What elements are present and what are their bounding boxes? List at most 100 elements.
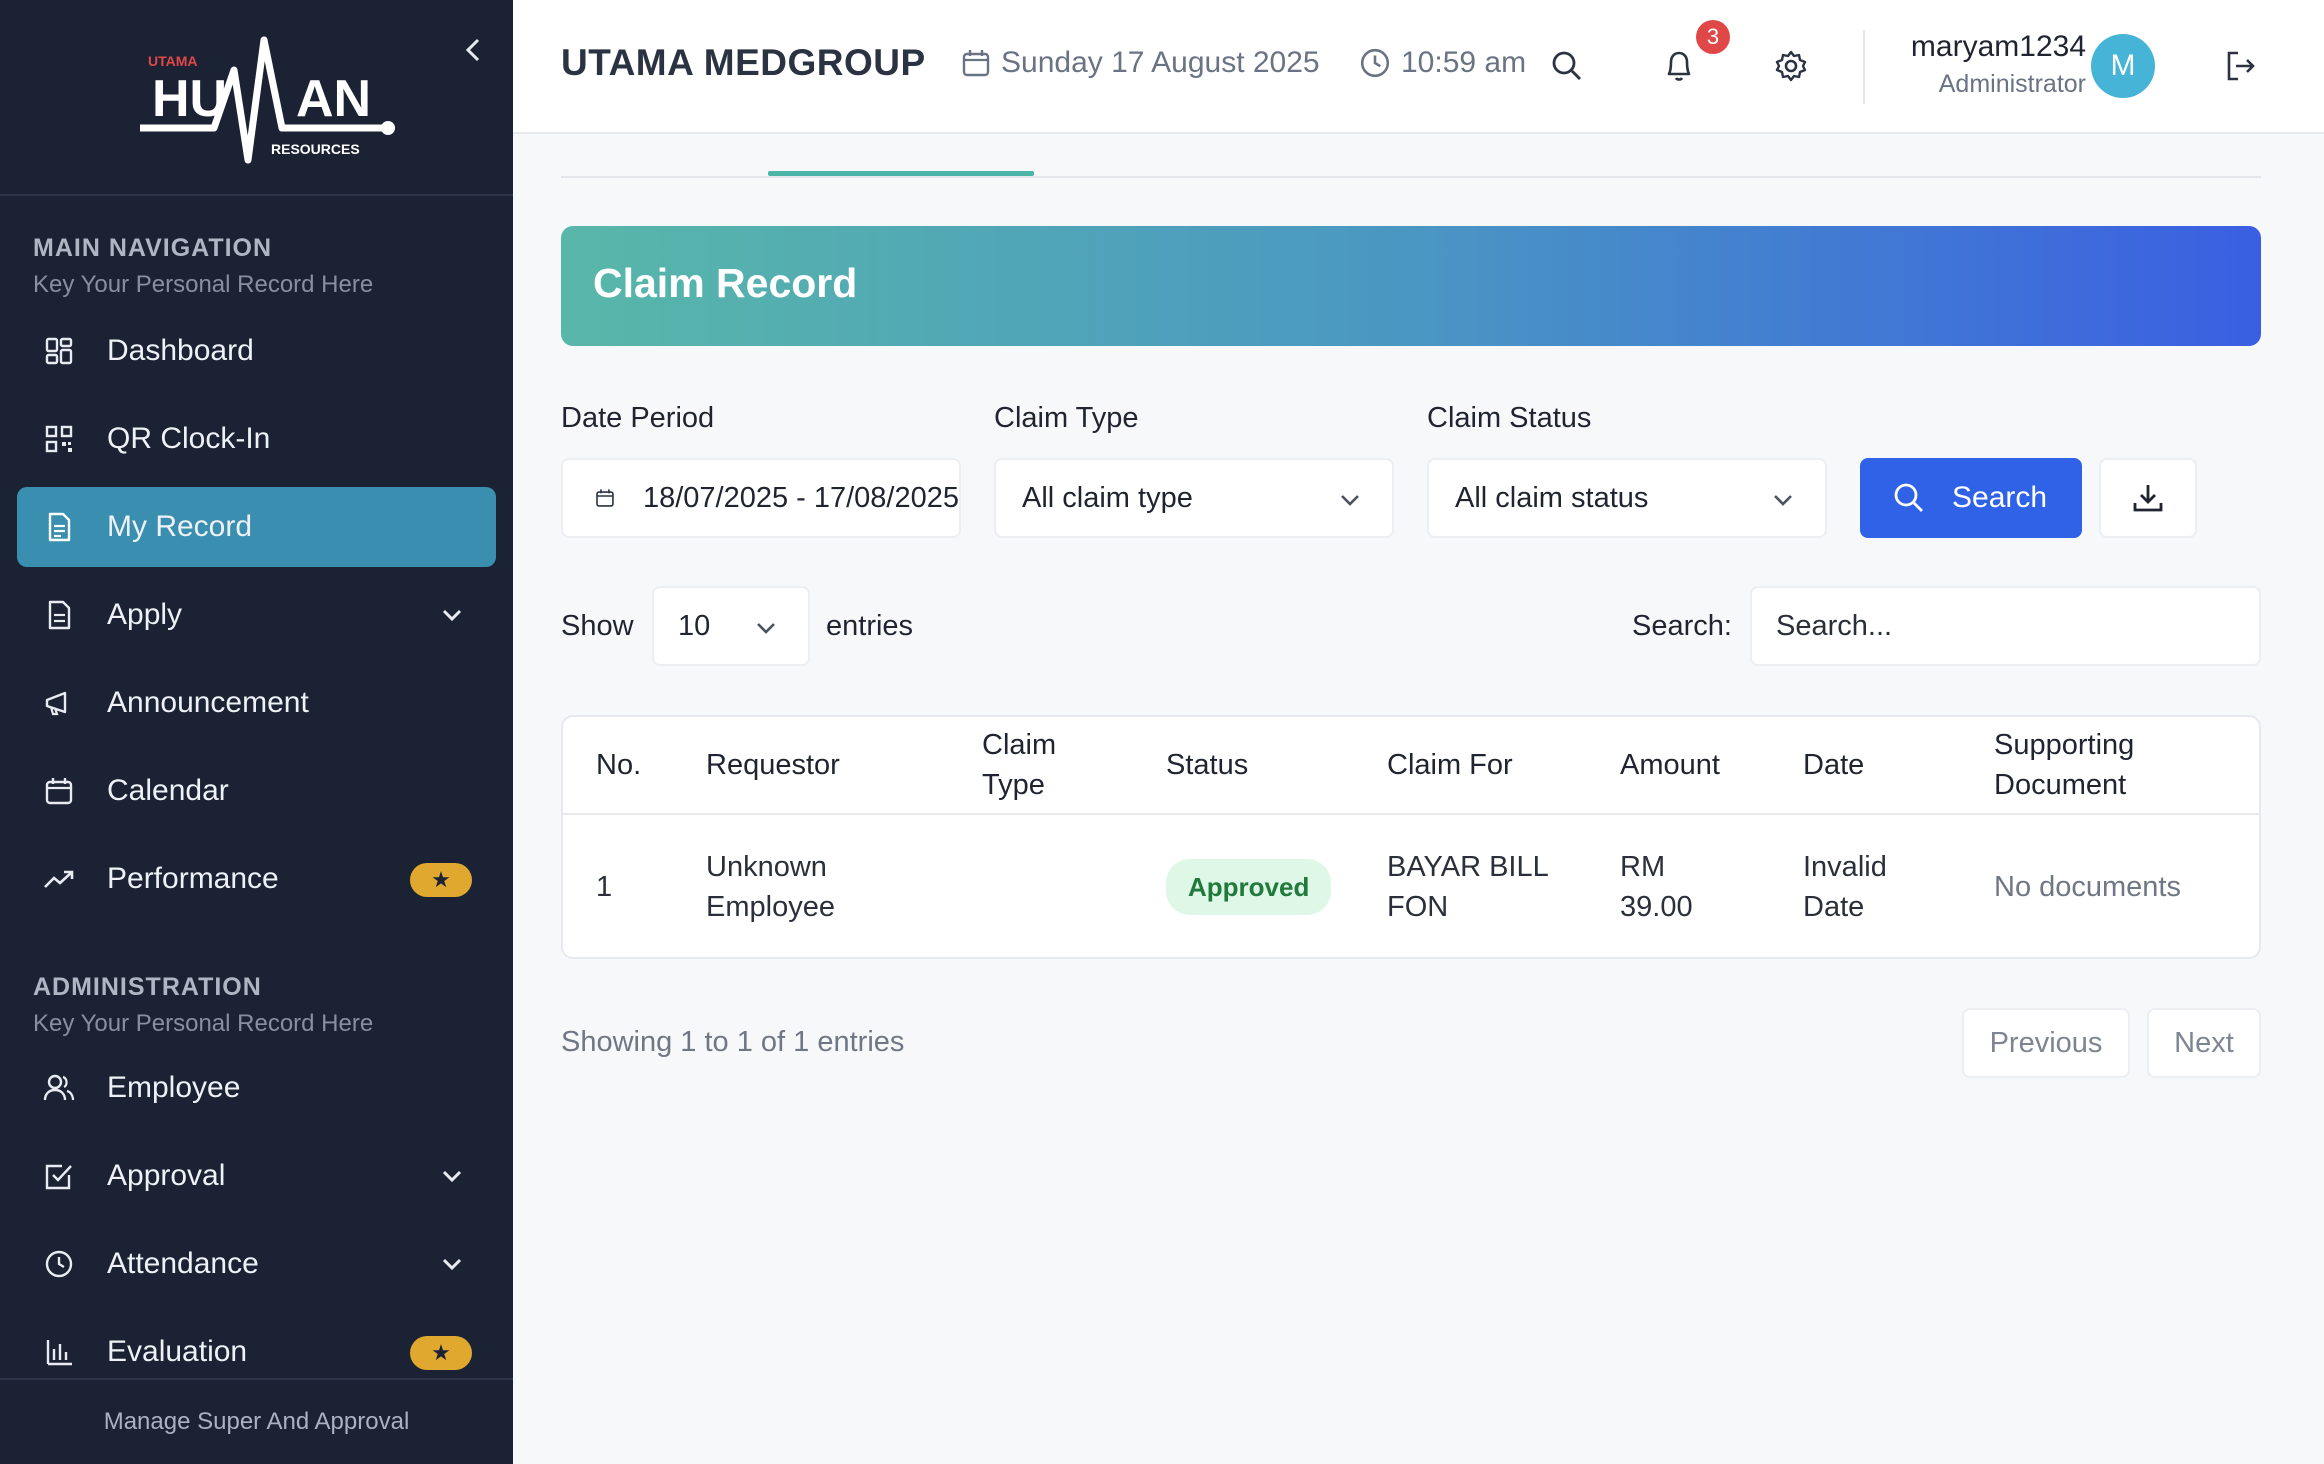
col-header-no[interactable]: No. <box>596 717 641 813</box>
page-size-select[interactable]: 10 <box>652 586 810 666</box>
date-period-field[interactable]: 18/07/2025 - 17/08/2025 <box>561 458 961 538</box>
claims-table: No. Requestor Claim Type Status Claim Fo… <box>561 715 2261 959</box>
active-tab-indicator[interactable] <box>768 171 1034 176</box>
show-label: Show <box>561 610 634 642</box>
cell-amount: RM 39.00 <box>1620 851 1693 923</box>
logo-sub-text: RESOURCES <box>271 141 360 157</box>
logo-area: UTAMA HU AN RESOURCES <box>0 0 513 196</box>
sidebar-footer: Manage Super And Approval <box>0 1378 513 1464</box>
next-page-button[interactable]: Next <box>2147 1008 2261 1078</box>
sidebar-item-label: Dashboard <box>107 334 254 367</box>
col-header-claim-for[interactable]: Claim For <box>1387 717 1513 813</box>
sidebar-item-label: Calendar <box>107 774 229 807</box>
bar-chart-icon <box>39 1332 79 1372</box>
logout-button[interactable] <box>2219 44 2263 88</box>
main-nav-subtitle: Key Your Personal Record Here <box>33 271 374 298</box>
col-header-claim-type[interactable]: Claim Type <box>982 717 1072 813</box>
search-button-label: Search <box>1952 481 2048 514</box>
sidebar-item-dashboard[interactable]: Dashboard <box>17 311 496 391</box>
calendar-icon <box>39 771 79 811</box>
sidebar-item-apply[interactable]: Apply <box>17 575 496 655</box>
settings-button[interactable] <box>1769 44 1813 88</box>
sidebar-item-employee[interactable]: Employee <box>17 1048 496 1128</box>
user-name[interactable]: maryam1234 <box>1896 30 2086 64</box>
claim-type-label: Claim Type <box>994 402 1139 434</box>
sidebar-item-announcement[interactable]: Announcement <box>17 663 496 743</box>
search-button[interactable]: Search <box>1860 458 2082 538</box>
calendar-icon <box>596 489 614 507</box>
col-header-supporting-document[interactable]: Supporting Document <box>1994 717 2184 813</box>
top-header: UTAMA MEDGROUP Sunday 17 August 2025 10:… <box>513 0 2324 134</box>
svg-text:AN: AN <box>296 70 371 128</box>
sidebar-item-qr-clock-in[interactable]: QR Clock-In <box>17 399 496 479</box>
chevron-down-icon <box>1774 495 1792 506</box>
calendar-icon <box>962 50 990 77</box>
qr-code-icon <box>39 419 79 459</box>
chevron-down-icon <box>1341 495 1359 506</box>
pagination-info: Showing 1 to 1 of 1 entries <box>561 1026 905 1058</box>
col-header-requestor[interactable]: Requestor <box>706 717 840 813</box>
claim-type-value: All claim type <box>1022 481 1193 514</box>
user-role: Administrator <box>1938 70 2086 98</box>
admin-nav-subtitle: Key Your Personal Record Here <box>33 1010 374 1037</box>
logo-small-text: UTAMA <box>148 53 198 69</box>
date-period-label: Date Period <box>561 402 715 434</box>
previous-page-button[interactable]: Previous <box>1962 1008 2130 1078</box>
sidebar-item-approval[interactable]: Approval <box>17 1136 496 1216</box>
date-period-value: 18/07/2025 - 17/08/2025 <box>642 481 959 514</box>
sidebar-item-calendar[interactable]: Calendar <box>17 751 496 831</box>
avatar[interactable]: M <box>2091 34 2155 98</box>
header-time: 10:59 am <box>1359 46 1526 80</box>
chevron-left-icon <box>465 38 480 62</box>
sidebar-item-label: Attendance <box>107 1247 259 1280</box>
bell-icon <box>1667 51 1691 81</box>
table-search-input[interactable] <box>1750 586 2261 666</box>
cell-requestor: Unknown Employee <box>706 851 835 923</box>
header-divider <box>1863 30 1865 104</box>
megaphone-icon <box>39 683 79 723</box>
claim-type-select[interactable]: All claim type <box>994 458 1394 538</box>
chevron-down-icon <box>442 1170 462 1183</box>
entries-label: entries <box>826 610 914 642</box>
page-title: Claim Record <box>593 260 858 306</box>
chevron-down-icon <box>442 609 462 622</box>
page-size-value: 10 <box>678 609 711 642</box>
clock-icon <box>39 1244 79 1284</box>
sidebar-item-label: Apply <box>107 598 183 631</box>
form-icon <box>39 595 79 635</box>
logo-main-text: HU <box>152 70 227 128</box>
sidebar: UTAMA HU AN RESOURCES MAIN NAVIGATION Ke… <box>0 0 513 1464</box>
time-text: 10:59 am <box>1401 46 1527 79</box>
notification-count-badge: 3 <box>1696 20 1730 54</box>
claim-status-value: All claim status <box>1455 481 1649 514</box>
star-icon: ★ <box>431 1340 451 1365</box>
sidebar-item-performance[interactable]: Performance ★ <box>17 839 496 919</box>
cell-claim-for: BAYAR BILL FON <box>1387 851 1548 923</box>
company-name: UTAMA MEDGROUP <box>561 42 926 83</box>
cell-no: 1 <box>596 871 613 903</box>
col-header-status[interactable]: Status <box>1166 717 1248 813</box>
brand-logo[interactable]: UTAMA HU AN RESOURCES <box>136 30 396 170</box>
col-header-date[interactable]: Date <box>1803 717 1864 813</box>
date-text: Sunday 17 August 2025 <box>1001 46 1320 79</box>
sidebar-item-attendance[interactable]: Attendance <box>17 1224 496 1304</box>
header-date: Sunday 17 August 2025 <box>961 46 1320 80</box>
header-search-button[interactable] <box>1545 44 1589 88</box>
notifications-button[interactable] <box>1657 44 1701 88</box>
admin-nav-title: ADMINISTRATION <box>33 973 262 1001</box>
collapse-sidebar-button[interactable] <box>458 32 488 68</box>
cell-document: No documents <box>1994 871 2181 903</box>
main-nav-title: MAIN NAVIGATION <box>33 234 273 262</box>
sidebar-item-label: Employee <box>107 1071 241 1104</box>
download-button[interactable] <box>2099 458 2197 538</box>
checkbox-icon <box>39 1156 79 1196</box>
sidebar-item-my-record[interactable]: My Record <box>17 487 496 567</box>
claim-status-select[interactable]: All claim status <box>1427 458 1827 538</box>
star-badge: ★ <box>410 863 472 897</box>
download-icon <box>2133 485 2163 512</box>
cell-status: Approved <box>1166 815 1332 957</box>
gear-icon <box>1775 50 1807 82</box>
col-header-amount[interactable]: Amount <box>1620 717 1720 813</box>
sidebar-item-label: Performance <box>107 862 279 895</box>
star-icon: ★ <box>431 867 451 892</box>
